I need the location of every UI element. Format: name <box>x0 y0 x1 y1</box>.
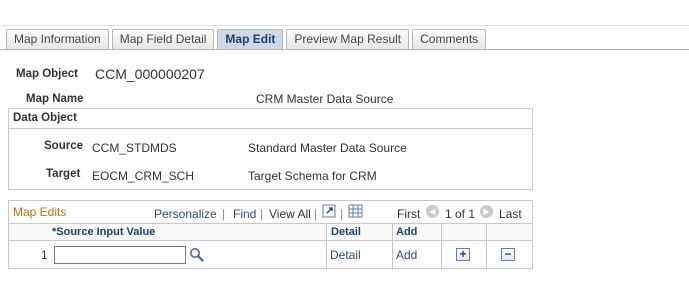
last-label: Last <box>499 207 522 221</box>
row-number: 1 <box>41 248 48 262</box>
source-description: Standard Master Data Source <box>248 141 407 155</box>
next-icon[interactable]: ▶ <box>480 205 493 218</box>
nav-separator: | <box>314 207 318 221</box>
personalize-link[interactable]: Personalize <box>154 207 217 221</box>
source-code: CCM_STDMDS <box>92 141 177 155</box>
row-range: 1 of 1 <box>445 207 476 221</box>
new-window-icon[interactable] <box>322 204 336 221</box>
previous-icon[interactable]: ◀ <box>426 205 439 218</box>
map-object-label: Map Object <box>16 68 78 80</box>
top-divider <box>0 25 689 26</box>
view-all-link[interactable]: View All <box>269 207 311 221</box>
target-description: Target Schema for CRM <box>248 169 377 183</box>
add-column-header: Add <box>396 226 418 238</box>
tab-preview-map-result[interactable]: Preview Map Result <box>286 29 410 49</box>
first-label: First <box>397 207 421 221</box>
tab-map-edit[interactable]: Map Edit <box>217 29 284 49</box>
source-input-column-header: *Source Input Value <box>52 226 156 238</box>
map-name-value: CRM Master Data Source <box>256 92 394 106</box>
source-label: Source <box>44 140 83 152</box>
grid-header-row: *Source Input Value Detail Add <box>9 224 532 241</box>
target-code: EOCM_CRM_SCH <box>92 169 195 183</box>
data-object-title: Data Object <box>9 109 532 129</box>
table-row: 1 Detail Add + − <box>9 241 532 268</box>
detail-link[interactable]: Detail <box>330 248 361 262</box>
map-name-label: Map Name <box>26 93 84 105</box>
lookup-icon[interactable] <box>189 247 204 265</box>
delete-row-button[interactable]: − <box>501 248 515 261</box>
download-grid-icon[interactable] <box>348 204 363 221</box>
tab-map-information[interactable]: Map Information <box>6 29 109 49</box>
map-edits-title: Map Edits <box>13 205 67 219</box>
page-tabs: Map Information Map Field Detail Map Edi… <box>6 29 489 49</box>
nav-separator: | <box>260 207 264 221</box>
tab-map-field-detail[interactable]: Map Field Detail <box>111 29 215 49</box>
tab-divider <box>0 49 689 50</box>
insert-row-button[interactable]: + <box>456 248 470 261</box>
grid-nav-bar: Map Edits Personalize | Find | View All … <box>9 201 532 224</box>
add-link[interactable]: Add <box>396 248 417 262</box>
map-edits-grid: Map Edits Personalize | Find | View All … <box>8 200 533 270</box>
nav-separator: | <box>340 207 344 221</box>
source-input-field[interactable] <box>54 246 186 264</box>
map-object-value: CCM_000000207 <box>95 66 205 82</box>
find-link[interactable]: Find <box>233 207 256 221</box>
target-label: Target <box>46 168 81 180</box>
tab-comments[interactable]: Comments <box>412 29 487 49</box>
nav-separator: | <box>222 207 226 221</box>
detail-column-header: Detail <box>331 226 361 238</box>
